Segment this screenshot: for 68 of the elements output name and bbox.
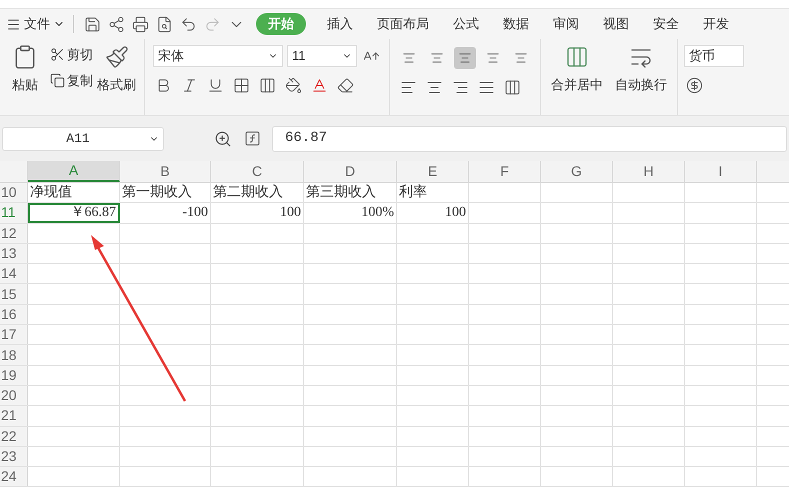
row-header[interactable]: 23 xyxy=(0,446,28,466)
currency-icon[interactable] xyxy=(684,75,704,95)
align-icon xyxy=(430,51,444,65)
row-header[interactable]: 12 xyxy=(0,224,28,243)
row-header[interactable]: 13 xyxy=(0,244,28,264)
row-header[interactable]: 21 xyxy=(0,406,28,426)
cut-button[interactable]: 剪切 xyxy=(50,45,93,64)
ribbon-tab[interactable]: 审阅 xyxy=(544,13,588,35)
ribbon-tab[interactable]: 插入 xyxy=(318,13,362,35)
row-header[interactable]: 15 xyxy=(0,284,28,304)
row-header[interactable]: 19 xyxy=(0,366,28,385)
table-cell: 净现值 xyxy=(28,183,120,202)
table-cell: ￥66.87 xyxy=(28,203,120,223)
fill-color-icon[interactable] xyxy=(283,75,303,95)
ribbon-tab[interactable]: 开始 xyxy=(256,13,306,35)
formula-field[interactable]: 66.87 xyxy=(272,126,787,152)
row-header[interactable]: 22 xyxy=(0,426,28,446)
merge-center-button[interactable]: 合并居中 xyxy=(551,75,603,94)
table-cell: 100% xyxy=(304,203,397,223)
column-header[interactable]: G xyxy=(541,161,613,182)
row-header[interactable]: 10 xyxy=(0,183,28,202)
table-cell: 100 xyxy=(397,203,469,223)
ribbon-tab[interactable]: 数据 xyxy=(494,13,538,35)
number-format-field[interactable]: 货币 xyxy=(684,45,744,67)
name-box[interactable]: A11 xyxy=(2,126,164,150)
ribbon-tab[interactable]: 视图 xyxy=(594,13,638,35)
ribbon-tab[interactable]: 安全 xyxy=(644,13,688,35)
align-icon xyxy=(514,51,528,65)
copy-button[interactable]: 复制 xyxy=(50,70,93,90)
row-header[interactable]: 14 xyxy=(0,264,28,284)
align-icon xyxy=(458,51,472,65)
table-cell: -100 xyxy=(120,203,211,223)
align-icon xyxy=(402,51,416,65)
column-header[interactable]: A xyxy=(28,161,120,182)
paste-button[interactable]: 粘贴 xyxy=(12,75,38,94)
table-cell: 第二期收入 xyxy=(211,183,304,202)
column-header[interactable]: D xyxy=(304,161,397,182)
ribbon-tab[interactable]: 公式 xyxy=(444,13,488,35)
table-cell: 100 xyxy=(211,203,304,223)
row-header[interactable]: 16 xyxy=(0,304,28,324)
row-header[interactable]: 20 xyxy=(0,386,28,406)
ribbon-tab[interactable]: 页面布局 xyxy=(368,13,438,35)
column-header[interactable]: F xyxy=(469,161,541,182)
table-cell: 第一期收入 xyxy=(120,183,211,202)
scissors-icon xyxy=(50,47,65,62)
table-cell: 第三期收入 xyxy=(304,183,397,202)
row-header[interactable]: 17 xyxy=(0,325,28,344)
row-header[interactable]: 11 xyxy=(0,203,28,223)
font-size-field[interactable]: 11 xyxy=(287,45,357,67)
column-header[interactable]: C xyxy=(211,161,304,182)
print-icon[interactable] xyxy=(130,14,150,34)
row-header[interactable]: 24 xyxy=(0,467,28,486)
column-header[interactable]: E xyxy=(397,161,469,182)
menu-icon xyxy=(6,16,21,32)
align-icon xyxy=(486,51,500,65)
align-button[interactable] xyxy=(454,47,476,69)
file-menu[interactable]: 文件 xyxy=(6,14,65,34)
table-cell: 利率 xyxy=(397,183,469,202)
ribbon-tab[interactable]: 开发 xyxy=(694,13,738,35)
zoom-icon[interactable] xyxy=(214,130,232,148)
copy-icon xyxy=(50,72,65,88)
column-header[interactable]: B xyxy=(120,161,211,182)
column-header[interactable]: H xyxy=(613,161,685,182)
format-painter-button[interactable]: 格式刷 xyxy=(97,75,136,94)
row-header[interactable]: 18 xyxy=(0,345,28,365)
font-name-field[interactable]: 宋体 xyxy=(153,45,283,67)
column-header[interactable]: I xyxy=(685,161,757,182)
wrap-text-button[interactable]: 自动换行 xyxy=(615,75,667,94)
